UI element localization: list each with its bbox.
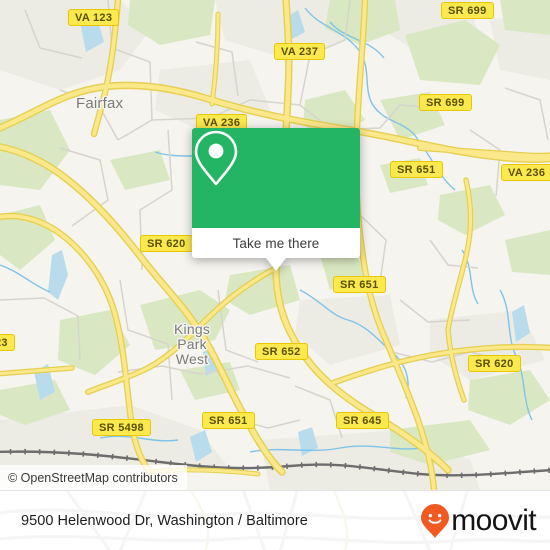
- address-text: 9500 Helenwood Dr, Washington / Baltimor…: [21, 513, 308, 529]
- map-canvas[interactable]: Fairfax Kings Park West VA 123 VA 237 SR 69…: [0, 0, 550, 490]
- location-popup-card[interactable]: Take me there: [192, 128, 360, 271]
- road-shield: SR 652: [255, 343, 308, 360]
- road-shield: SR 699: [419, 94, 472, 111]
- road-shield: SR 651: [390, 161, 443, 178]
- popup-header: [192, 128, 360, 228]
- road-shield: 23: [0, 334, 15, 351]
- road-shield: VA 123: [68, 9, 120, 26]
- road-shield: SR 620: [468, 355, 521, 372]
- road-shield: VA 237: [274, 43, 326, 60]
- footer-bar: 9500 Helenwood Dr, Washington / Baltimor…: [0, 490, 550, 550]
- moovit-smiley-pin-icon: [421, 504, 450, 538]
- road-shield: SR 5498: [92, 419, 151, 436]
- road-shield: SR 651: [202, 412, 255, 429]
- road-shield: SR 699: [441, 2, 494, 19]
- moovit-map-screenshot: Fairfax Kings Park West VA 123 VA 237 SR 69…: [0, 0, 550, 550]
- popup-action-bar[interactable]: Take me there: [192, 228, 360, 258]
- moovit-wordmark: moovit: [451, 504, 536, 537]
- map-pin-icon: [194, 130, 238, 186]
- popup-pointer: [266, 258, 286, 271]
- road-shield: VA 236: [501, 164, 550, 181]
- take-me-there-label: Take me there: [232, 235, 320, 251]
- road-shield: SR 620: [140, 235, 193, 252]
- attribution-text: © OpenStreetMap contributors: [8, 470, 178, 485]
- road-shield: SR 645: [336, 412, 389, 429]
- moovit-logo[interactable]: moovit: [420, 503, 537, 539]
- osm-attribution[interactable]: © OpenStreetMap contributors: [0, 465, 187, 490]
- road-shield: SR 651: [333, 276, 386, 293]
